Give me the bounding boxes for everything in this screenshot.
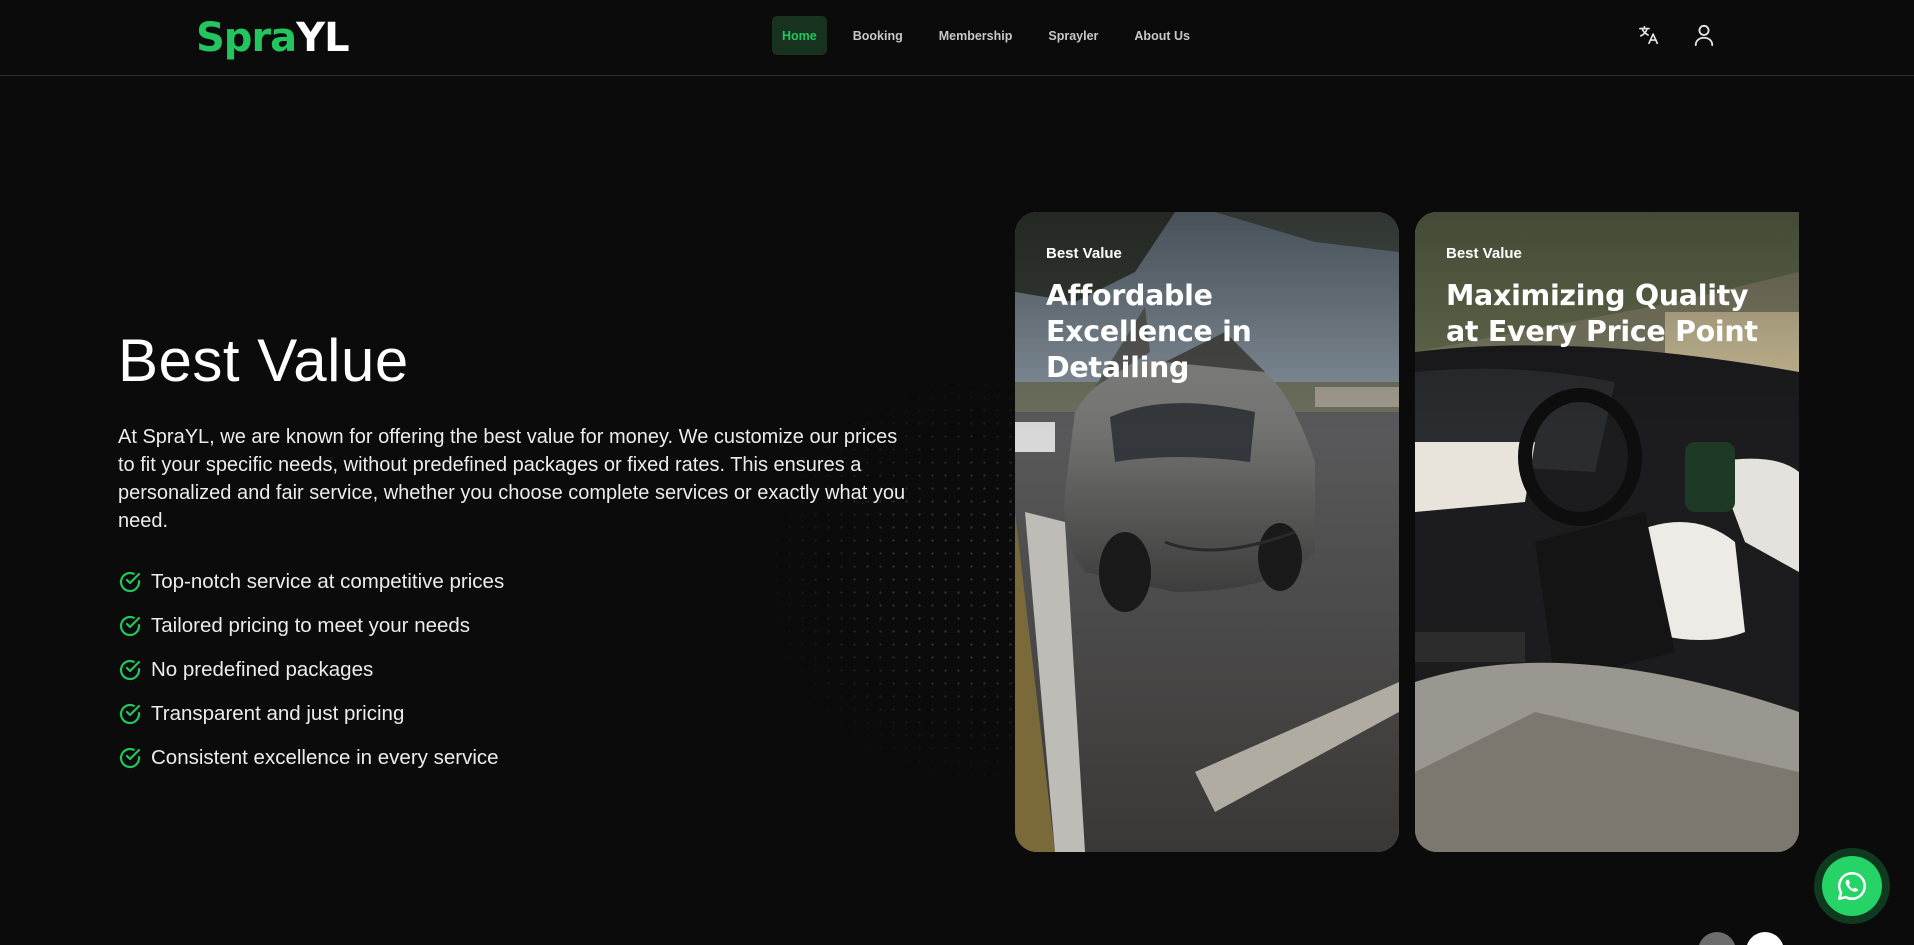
nav-about-us[interactable]: About Us: [1116, 16, 1208, 55]
feature-text: Consistent excellence in every service: [151, 746, 499, 769]
dot-pattern: [770, 378, 1030, 778]
feature-text: Transparent and just pricing: [151, 702, 405, 725]
logo[interactable]: SpraYL: [196, 14, 350, 62]
card-tag: Best Value: [1446, 245, 1522, 262]
carousel-prev-button[interactable]: [1698, 932, 1736, 945]
value-card[interactable]: Best Value Maximizing Quality at Every P…: [1415, 212, 1799, 852]
list-item: No predefined packages: [118, 648, 504, 692]
card-tag: Best Value: [1046, 245, 1122, 262]
list-item: Transparent and just pricing: [118, 692, 504, 736]
feature-text: Top-notch service at competitive prices: [151, 570, 505, 593]
logo-part-yl: YL: [296, 15, 349, 61]
whatsapp-button[interactable]: [1814, 848, 1890, 924]
value-card[interactable]: Best Value Affordable Excellence in Deta…: [1015, 212, 1399, 852]
feature-text: Tailored pricing to meet your needs: [151, 614, 471, 637]
nav-membership[interactable]: Membership: [921, 16, 1031, 55]
check-circle-icon: [119, 615, 141, 637]
hero-title: Best Value: [118, 327, 409, 394]
check-circle-icon: [119, 571, 141, 593]
card-title: Affordable Excellence in Detailing: [1046, 279, 1252, 384]
feature-text: No predefined packages: [151, 658, 374, 681]
nav-sprayler[interactable]: Sprayler: [1030, 16, 1116, 55]
card-title: Maximizing Quality at Every Price Point: [1446, 279, 1758, 348]
carousel-next-button[interactable]: [1746, 932, 1784, 945]
check-circle-icon: [119, 703, 141, 725]
site-header: SpraYL Home Booking Membership Sprayler …: [0, 0, 1914, 76]
list-item: Consistent excellence in every service: [118, 736, 504, 780]
whatsapp-icon: [1822, 856, 1882, 916]
feature-list: Top-notch service at competitive prices …: [118, 560, 504, 780]
logo-part-spra: Spra: [196, 15, 297, 61]
nav-home[interactable]: Home: [772, 16, 827, 55]
list-item: Tailored pricing to meet your needs: [118, 604, 504, 648]
nav-booking[interactable]: Booking: [835, 16, 921, 55]
check-circle-icon: [119, 747, 141, 769]
main-nav: Home Booking Membership Sprayler About U…: [772, 16, 1208, 55]
user-icon[interactable]: [1691, 22, 1717, 48]
check-circle-icon: [119, 659, 141, 681]
list-item: Top-notch service at competitive prices: [118, 560, 504, 604]
translate-icon[interactable]: [1636, 22, 1662, 48]
